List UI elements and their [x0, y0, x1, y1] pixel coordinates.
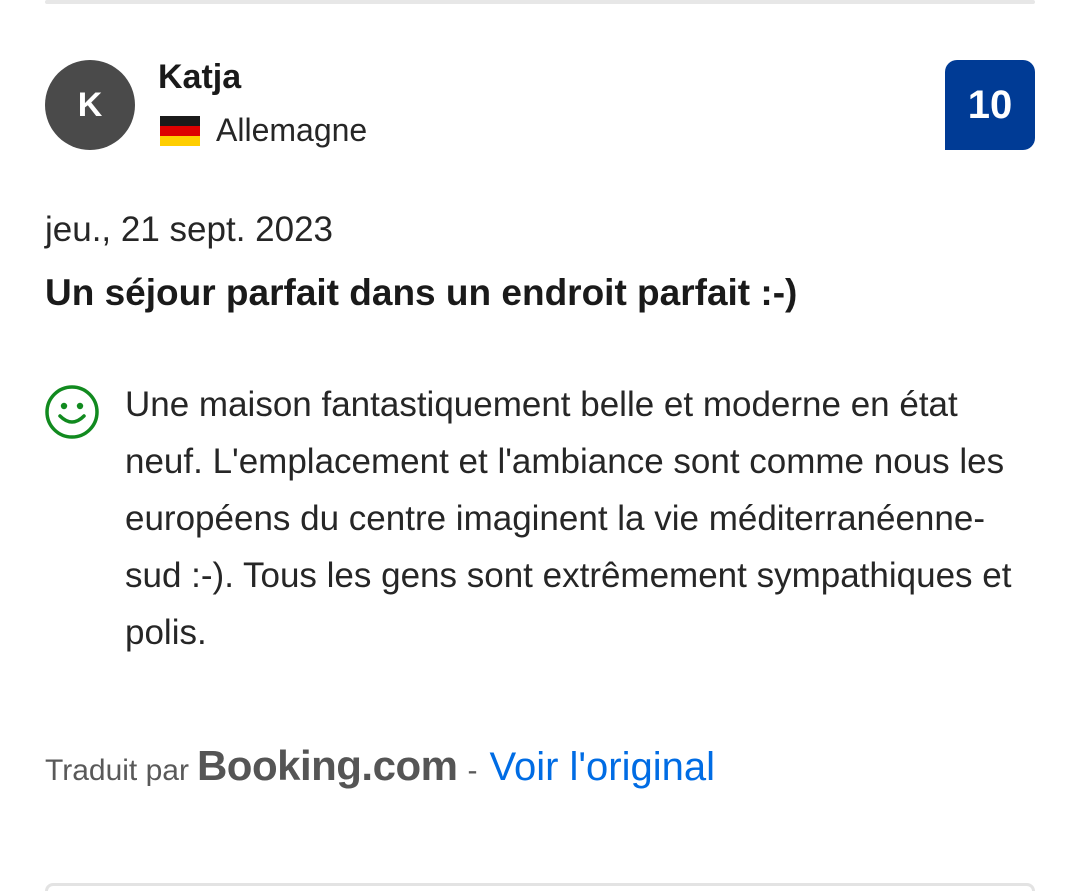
translated-by-label: Traduit par: [45, 754, 189, 787]
view-original-link[interactable]: Voir l'original: [489, 745, 715, 790]
germany-flag-icon: [160, 115, 200, 146]
smile-icon: [45, 385, 99, 439]
reviewer-country: Allemagne: [160, 112, 367, 149]
reviewer-name: Katja: [158, 58, 242, 96]
avatar: K: [45, 60, 135, 150]
review-title: Un séjour parfait dans un endroit parfai…: [45, 272, 798, 313]
score-value: 10: [967, 82, 1013, 127]
translation-footer: Traduit par Booking.com - Voir l'origina…: [45, 742, 715, 790]
review-date: jeu., 21 sept. 2023: [45, 210, 333, 249]
avatar-initial: K: [77, 85, 103, 124]
country-name: Allemagne: [216, 112, 368, 148]
positive-review-text: Une maison fantastiquement belle et mode…: [125, 385, 1012, 652]
top-divider: [45, 0, 1035, 4]
booking-logo: Booking.com: [196, 742, 458, 789]
bottom-divider: [45, 883, 1035, 891]
review-card: K Katja Allemagne 10 jeu., 21 sept. 2023…: [0, 0, 1080, 891]
footer-separator: -: [467, 754, 478, 787]
score-badge: 10: [945, 60, 1035, 150]
